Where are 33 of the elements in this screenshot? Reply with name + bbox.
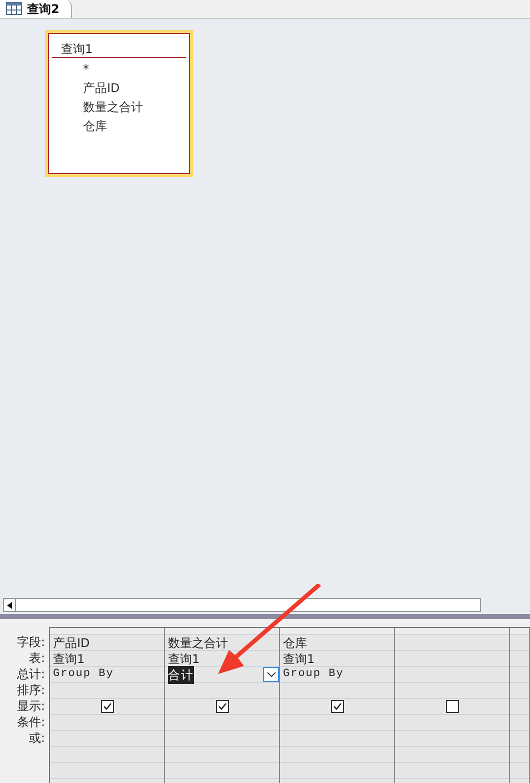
field-item[interactable]: 数量之合计 <box>83 98 189 117</box>
field-item[interactable]: 产品ID <box>83 79 189 98</box>
chevron-down-icon <box>266 672 276 677</box>
row-label: 排序: <box>16 682 45 698</box>
table-grid-icon <box>6 2 22 15</box>
row-label: 表: <box>28 650 45 666</box>
show-checkbox[interactable] <box>100 700 114 713</box>
table-cell-text: 查询1 <box>168 650 200 668</box>
left-arrow-icon <box>7 602 12 608</box>
total-field[interactable]: Group By <box>50 667 164 683</box>
table-cell-text: 数量之合计 <box>168 634 228 652</box>
row-label: 总计: <box>16 666 45 682</box>
row-label: 显示: <box>16 698 45 714</box>
row-label: 条件: <box>16 714 45 730</box>
show-checkbox[interactable] <box>446 700 458 713</box>
table-cell-text: 产品ID <box>53 634 90 652</box>
query-tab[interactable]: 查询2 <box>0 0 72 18</box>
row-label: 字段: <box>16 634 45 650</box>
total-field[interactable]: Group By <box>280 667 394 683</box>
row-label: 或: <box>28 730 45 746</box>
table-cell-text: 仓库 <box>283 634 307 652</box>
field-item[interactable]: 仓库 <box>83 117 189 136</box>
field-item[interactable]: * <box>83 60 189 79</box>
table-cell-text: 查询1 <box>283 650 315 668</box>
show-checkbox[interactable] <box>330 700 344 713</box>
horizontal-scrollbar[interactable] <box>3 598 481 612</box>
table-field-list[interactable]: 查询1 * 产品ID 数量之合计 仓库 <box>45 30 193 177</box>
show-checkbox[interactable] <box>216 700 228 713</box>
column-selector[interactable] <box>165 628 279 635</box>
tab-title: 查询2 <box>27 0 60 18</box>
table-title: 查询1 <box>60 41 94 57</box>
table-cell-text: 查询1 <box>53 650 85 668</box>
dropdown-button[interactable] <box>263 667 279 682</box>
